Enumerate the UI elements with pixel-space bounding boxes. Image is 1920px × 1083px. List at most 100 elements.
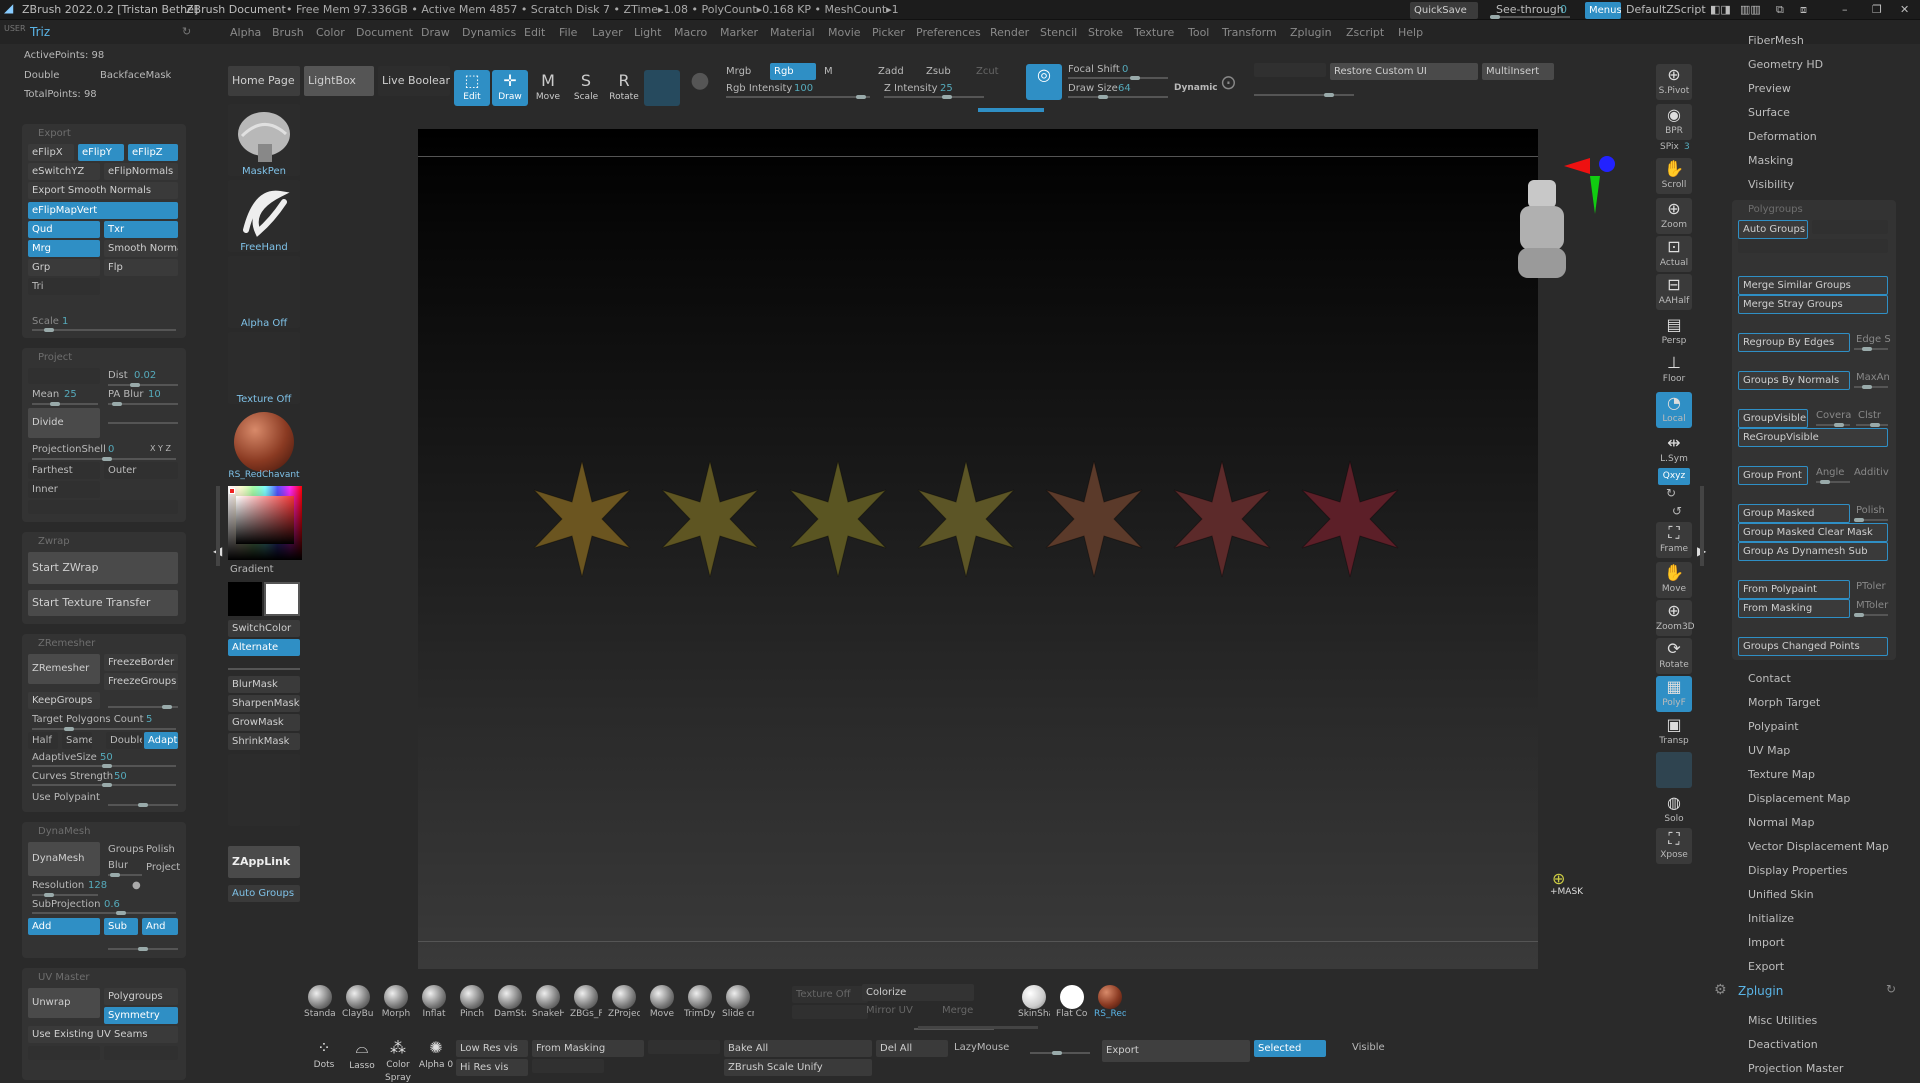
m-toggle[interactable]: M <box>824 66 833 77</box>
export-button[interactable]: Export <box>1102 1040 1250 1062</box>
from-masking-right-button[interactable]: From Masking <box>1738 599 1850 618</box>
target-poly-slider[interactable] <box>32 727 176 731</box>
brush-zbgs_f[interactable]: ZBGs_F <box>570 985 602 1019</box>
menu-picker[interactable]: Picker <box>872 26 905 39</box>
qud-button[interactable]: Qud <box>28 221 100 238</box>
brush-morph[interactable]: Morph <box>380 985 412 1019</box>
groups-changed-points-button[interactable]: Groups Changed Points <box>1738 637 1888 656</box>
xyz-button[interactable]: Qxyz <box>1658 468 1690 485</box>
zsub-toggle[interactable]: Zsub <box>926 66 951 77</box>
covera-slider[interactable] <box>1816 423 1850 427</box>
merge-similar-groups-button[interactable]: Merge Similar Groups <box>1738 276 1888 295</box>
menu-fibermesh[interactable]: FiberMesh <box>1748 34 1804 47</box>
menu-geometry-hd[interactable]: Geometry HD <box>1748 58 1823 71</box>
texture-off-bottom-button[interactable]: Texture Off <box>792 986 868 1003</box>
flp-button[interactable]: Flp <box>104 259 178 276</box>
live-boolean-button[interactable]: Live Boolean <box>378 66 450 96</box>
see-through-slider[interactable] <box>1490 15 1570 19</box>
menu-misc-utilities[interactable]: Misc Utilities <box>1748 1014 1817 1027</box>
menu-tool[interactable]: Tool <box>1188 26 1209 39</box>
scale-slider[interactable] <box>32 328 176 332</box>
from-polypaint-button[interactable]: From Polypaint <box>1738 580 1850 599</box>
smooth-normals-button[interactable]: Smooth Normals <box>104 240 178 257</box>
menu-stencil[interactable]: Stencil <box>1040 26 1077 39</box>
menu-projection-master[interactable]: Projection Master <box>1748 1062 1843 1075</box>
group-masked-button[interactable]: Group Masked <box>1738 504 1850 523</box>
lightbox-button[interactable]: LightBox <box>304 66 374 96</box>
menu-texture-map[interactable]: Texture Map <box>1748 768 1815 781</box>
brush-damstandard[interactable]: DamStandard <box>494 985 526 1019</box>
bottom-blank2-button[interactable] <box>532 1059 604 1073</box>
project-toggle[interactable]: Project <box>146 862 180 873</box>
groups-toggle[interactable]: Groups <box>108 844 144 855</box>
rgb-toggle[interactable]: Rgb <box>770 63 816 80</box>
polish-toggle[interactable]: Polish <box>146 844 175 855</box>
menu-stroke[interactable]: Stroke <box>1088 26 1123 39</box>
groups-by-normals-button[interactable]: Groups By Normals <box>1738 371 1850 390</box>
edge-s-slider[interactable] <box>1854 347 1888 351</box>
material-rs_red[interactable]: RS_Red <box>1094 985 1126 1019</box>
document-canvas[interactable]: ⊕ +MASK <box>418 129 1583 969</box>
move-view-button[interactable]: ✋ Move <box>1656 562 1692 598</box>
visible-toggle[interactable]: Visible <box>1352 1042 1385 1053</box>
home-page-button[interactable]: Home Page <box>228 66 300 96</box>
backface-mask-toggle[interactable]: BackfaceMask <box>100 70 171 81</box>
regroup-by-edges-button[interactable]: Regroup By Edges <box>1738 333 1850 352</box>
from-masking-button[interactable]: From Masking <box>532 1040 644 1057</box>
start-texture-transfer-button[interactable]: Start Texture Transfer <box>28 590 178 616</box>
group-front-button[interactable]: Group Front <box>1738 466 1808 485</box>
bottom-blank3-button[interactable] <box>648 1040 720 1054</box>
left-tray-handle[interactable] <box>216 486 220 566</box>
bottom-blank-button[interactable] <box>792 1005 868 1019</box>
start-zwrap-button[interactable]: Start ZWrap <box>28 552 178 584</box>
lsym-button[interactable]: ⇹ L.Sym <box>1656 432 1692 468</box>
zadd-toggle[interactable]: Zadd <box>878 66 904 77</box>
local-button[interactable]: ◔ Local <box>1656 392 1692 428</box>
gradient-label[interactable]: Gradient <box>230 564 274 575</box>
subprojection-slider[interactable] <box>32 911 176 915</box>
rotate-z-icon[interactable]: ↺ <box>1672 504 1682 518</box>
menu-unified-skin[interactable]: Unified Skin <box>1748 888 1814 901</box>
uv-button-b[interactable] <box>104 1046 178 1060</box>
undock-icon[interactable]: ⧈ <box>1800 3 1807 17</box>
double-toggle[interactable]: Double <box>24 70 59 81</box>
divide-slider[interactable] <box>108 422 178 424</box>
menu-morph-target[interactable]: Morph Target <box>1748 696 1820 709</box>
hi-res-vis-button[interactable]: Hi Res vis <box>456 1059 528 1076</box>
bake-all-button[interactable]: Bake All <box>724 1040 872 1057</box>
menu-zscript[interactable]: Zscript <box>1346 26 1384 39</box>
menu-zplugin[interactable]: Zplugin <box>1290 26 1332 39</box>
z-intensity-slider[interactable] <box>884 95 984 99</box>
zremesher-button[interactable]: ZRemesher <box>28 654 100 684</box>
mirror-uv-label[interactable]: Mirror UV <box>866 1005 913 1016</box>
gizmo-button[interactable] <box>644 70 680 106</box>
color-picker[interactable] <box>228 486 302 560</box>
polygroups-button[interactable]: Polygroups <box>104 988 178 1005</box>
half-button[interactable]: Half <box>28 732 58 749</box>
menu-normal-map[interactable]: Normal Map <box>1748 816 1815 829</box>
alpha0-button[interactable]: ✺ Alpha 0 <box>416 1038 456 1078</box>
export-smooth-normals-button[interactable]: Export Smooth Normals <box>28 182 178 199</box>
rotate-view-button[interactable]: ⟳ Rotate <box>1656 638 1692 674</box>
groupvisible-button[interactable]: GroupVisible <box>1738 409 1808 428</box>
draw-size-slider[interactable] <box>1068 95 1168 99</box>
keepgroups-button[interactable]: KeepGroups <box>28 692 100 709</box>
uv-groups-button[interactable] <box>1812 220 1888 234</box>
restore-custom-ui-button[interactable]: Restore Custom UI <box>1330 63 1478 80</box>
tray-slider[interactable] <box>228 668 300 670</box>
stars-mesh[interactable] <box>418 129 1538 969</box>
menu-initialize[interactable]: Initialize <box>1748 912 1794 925</box>
brush-slide-crease[interactable]: Slide crease <box>722 985 754 1019</box>
uv-button-a[interactable] <box>28 1046 100 1060</box>
selected-toggle[interactable]: Selected <box>1254 1040 1326 1057</box>
minimize-icon[interactable]: – <box>1842 3 1848 16</box>
resolution-slider[interactable] <box>32 893 98 897</box>
double-button[interactable]: Double <box>106 732 142 749</box>
grp-button[interactable]: Grp <box>28 259 100 276</box>
blur-toggle[interactable]: Blur <box>108 860 128 871</box>
menu-brush[interactable]: Brush <box>272 26 304 39</box>
menu-transform[interactable]: Transform <box>1222 26 1277 39</box>
eflipz-button[interactable]: eFlipZ <box>128 144 178 161</box>
color-picker-marker[interactable] <box>229 488 235 494</box>
outer-button[interactable]: Outer <box>104 462 178 479</box>
